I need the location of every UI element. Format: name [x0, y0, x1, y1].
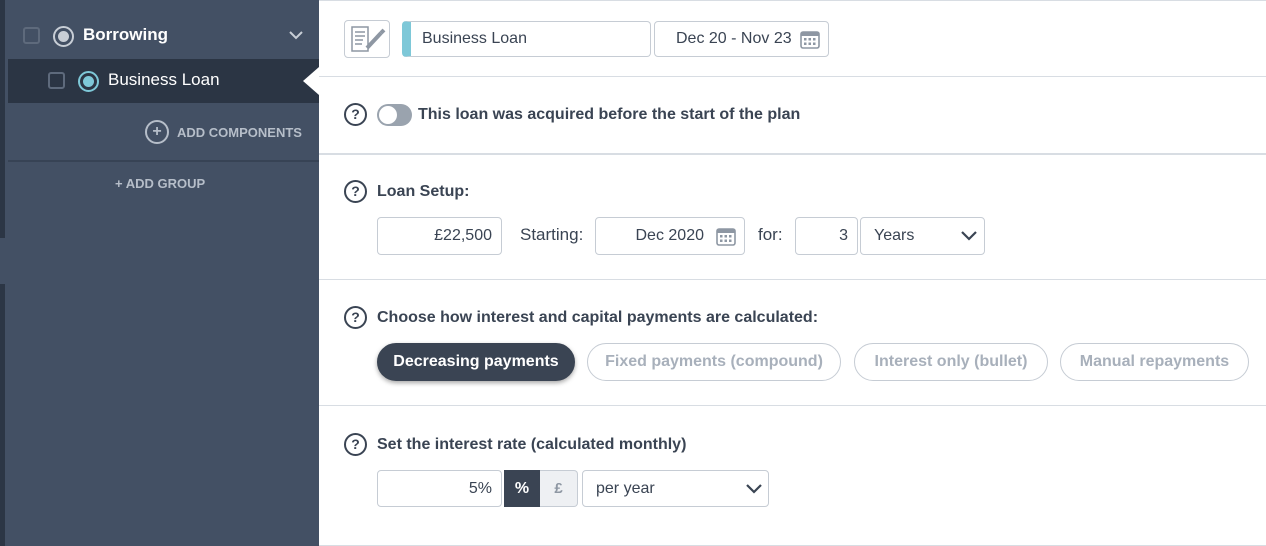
- starting-label: Starting:: [520, 225, 584, 244]
- calendar-icon[interactable]: [716, 226, 736, 246]
- date-range-field[interactable]: Dec 20 - Nov 23: [654, 21, 829, 57]
- chevron-down-icon: [961, 231, 977, 241]
- loan-amount-input[interactable]: £22,500: [377, 217, 502, 255]
- duration-input[interactable]: 3: [795, 217, 858, 255]
- component-radio-icon[interactable]: [78, 71, 99, 92]
- help-icon[interactable]: ?: [344, 103, 367, 126]
- sidebar-edge: [0, 284, 5, 546]
- payment-option-interest-only[interactable]: Interest only (bullet): [854, 343, 1048, 381]
- duration-unit-select[interactable]: Years: [860, 217, 985, 255]
- date-range-value: Dec 20 - Nov 23: [676, 30, 792, 47]
- sidebar-divider: [8, 160, 319, 162]
- acquired-before-plan-label: This loan was acquired before the start …: [418, 106, 801, 123]
- loan-setup-title: Loan Setup:: [377, 183, 470, 200]
- help-icon[interactable]: ?: [344, 180, 367, 203]
- chevron-down-icon[interactable]: [289, 28, 303, 42]
- section-divider: [319, 405, 1266, 406]
- rate-period-value: per year: [596, 480, 655, 497]
- group-radio-icon[interactable]: [53, 26, 74, 47]
- add-components-button[interactable]: + ADD COMPONENTS: [145, 120, 302, 144]
- payment-option-fixed-compound[interactable]: Fixed payments (compound): [587, 343, 841, 381]
- section-divider: [319, 76, 1266, 77]
- interest-rate-title: Set the interest rate (calculated monthl…: [377, 436, 687, 453]
- add-components-label: ADD COMPONENTS: [177, 124, 302, 140]
- payment-option-manual[interactable]: Manual repayments: [1060, 343, 1249, 381]
- duration-unit-value: Years: [874, 227, 915, 244]
- component-checkbox[interactable]: [48, 72, 65, 89]
- unit-percent-button[interactable]: %: [504, 470, 540, 507]
- payment-method-title: Choose how interest and capital payments…: [377, 309, 819, 326]
- interest-rate-input[interactable]: 5%: [377, 470, 502, 507]
- group-checkbox[interactable]: [23, 27, 40, 44]
- sidebar: Borrowing Business Loan + ADD COMPONENTS…: [0, 0, 319, 546]
- acquired-before-plan-toggle[interactable]: [377, 104, 412, 126]
- add-group-button[interactable]: + ADD GROUP: [115, 176, 205, 191]
- sidebar-item-label[interactable]: Business Loan: [108, 70, 220, 90]
- unit-currency-button[interactable]: £: [540, 470, 578, 507]
- component-name-input[interactable]: Business Loan: [402, 21, 651, 57]
- group-title[interactable]: Borrowing: [83, 25, 168, 45]
- notes-edit-icon[interactable]: [344, 20, 390, 58]
- rate-period-select[interactable]: per year: [582, 470, 769, 507]
- start-date-value: Dec 2020: [635, 227, 705, 244]
- start-date-input[interactable]: Dec 2020: [595, 217, 745, 255]
- calendar-icon[interactable]: [800, 29, 820, 49]
- active-indicator: [303, 67, 319, 95]
- component-editor: Business Loan Dec 20 - Nov 23 ? This loa…: [319, 0, 1266, 546]
- plus-circle-icon: +: [145, 120, 169, 144]
- sidebar-edge: [0, 0, 5, 238]
- for-label: for:: [758, 225, 783, 244]
- help-icon[interactable]: ?: [344, 433, 367, 456]
- section-divider: [319, 153, 1266, 155]
- payment-option-decreasing[interactable]: Decreasing payments: [377, 343, 575, 381]
- chevron-down-icon: [746, 484, 762, 494]
- help-icon[interactable]: ?: [344, 306, 367, 329]
- section-divider: [319, 279, 1266, 280]
